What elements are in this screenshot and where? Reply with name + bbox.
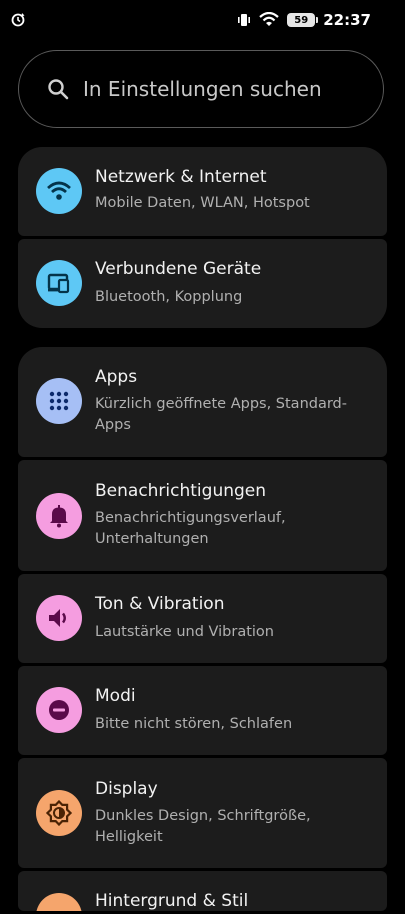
bell-icon: [36, 493, 82, 539]
setting-title: Modi: [95, 686, 136, 706]
setting-title: Apps: [95, 367, 138, 387]
palette-icon: [36, 893, 82, 911]
wifi-icon: [36, 168, 82, 214]
setting-notifications[interactable]: Benachrichtigungen Benachrichtigungsverl…: [18, 460, 387, 571]
setting-title: Benachrichtigungen: [95, 481, 267, 501]
vibrate-icon: [238, 14, 251, 26]
apps-grid-icon: [36, 378, 82, 424]
sync-clock-icon: [11, 13, 25, 27]
setting-sound-vibration[interactable]: Ton & Vibration Lautstärke und Vibration: [18, 574, 387, 663]
battery-icon: 59: [287, 13, 319, 27]
setting-title: Hintergrund & Stil: [95, 891, 249, 911]
setting-subtitle: Lautstärke und Vibration: [95, 624, 274, 640]
setting-subtitle: Benachrichtigungsverlauf, Unterhaltungen: [95, 510, 286, 547]
battery-level: 59: [294, 14, 309, 26]
do-not-disturb-icon: [36, 687, 82, 733]
status-bar: 59 22:37: [0, 0, 405, 40]
settings-group-device: Apps Kürzlich geöffnete Apps, Standard-A…: [18, 347, 387, 914]
search-bar[interactable]: In Einstellungen suchen: [18, 50, 384, 128]
setting-apps[interactable]: Apps Kürzlich geöffnete Apps, Standard-A…: [18, 347, 387, 457]
setting-wallpaper-style[interactable]: Hintergrund & Stil: [18, 871, 387, 911]
setting-subtitle: Mobile Daten, WLAN, Hotspot: [95, 195, 310, 211]
setting-connected-devices[interactable]: Verbundene Geräte Bluetooth, Kopplung: [18, 239, 387, 328]
wifi-icon: [259, 12, 279, 26]
devices-icon: [36, 260, 82, 306]
setting-title: Ton & Vibration: [95, 594, 225, 614]
search-placeholder: In Einstellungen suchen: [83, 77, 322, 101]
setting-title: Verbundene Geräte: [95, 259, 262, 279]
setting-subtitle: Bluetooth, Kopplung: [95, 289, 243, 305]
setting-subtitle: Dunkles Design, Schriftgröße, Helligkeit: [95, 808, 311, 845]
search-icon: [48, 79, 69, 100]
setting-display[interactable]: Display Dunkles Design, Schriftgröße, He…: [18, 758, 387, 868]
setting-subtitle: Kürzlich geöffnete Apps, Standard-Apps: [95, 396, 347, 433]
setting-subtitle: Bitte nicht stören, Schlafen: [95, 716, 293, 732]
setting-title: Display: [95, 779, 158, 799]
brightness-icon: [36, 790, 82, 836]
settings-group-connectivity: Netzwerk & Internet Mobile Daten, WLAN, …: [18, 147, 387, 328]
setting-title: Netzwerk & Internet: [95, 167, 267, 187]
clock: 22:37: [323, 11, 371, 29]
setting-modes[interactable]: Modi Bitte nicht stören, Schlafen: [18, 666, 387, 755]
speaker-icon: [36, 595, 82, 641]
setting-network-internet[interactable]: Netzwerk & Internet Mobile Daten, WLAN, …: [18, 147, 387, 236]
